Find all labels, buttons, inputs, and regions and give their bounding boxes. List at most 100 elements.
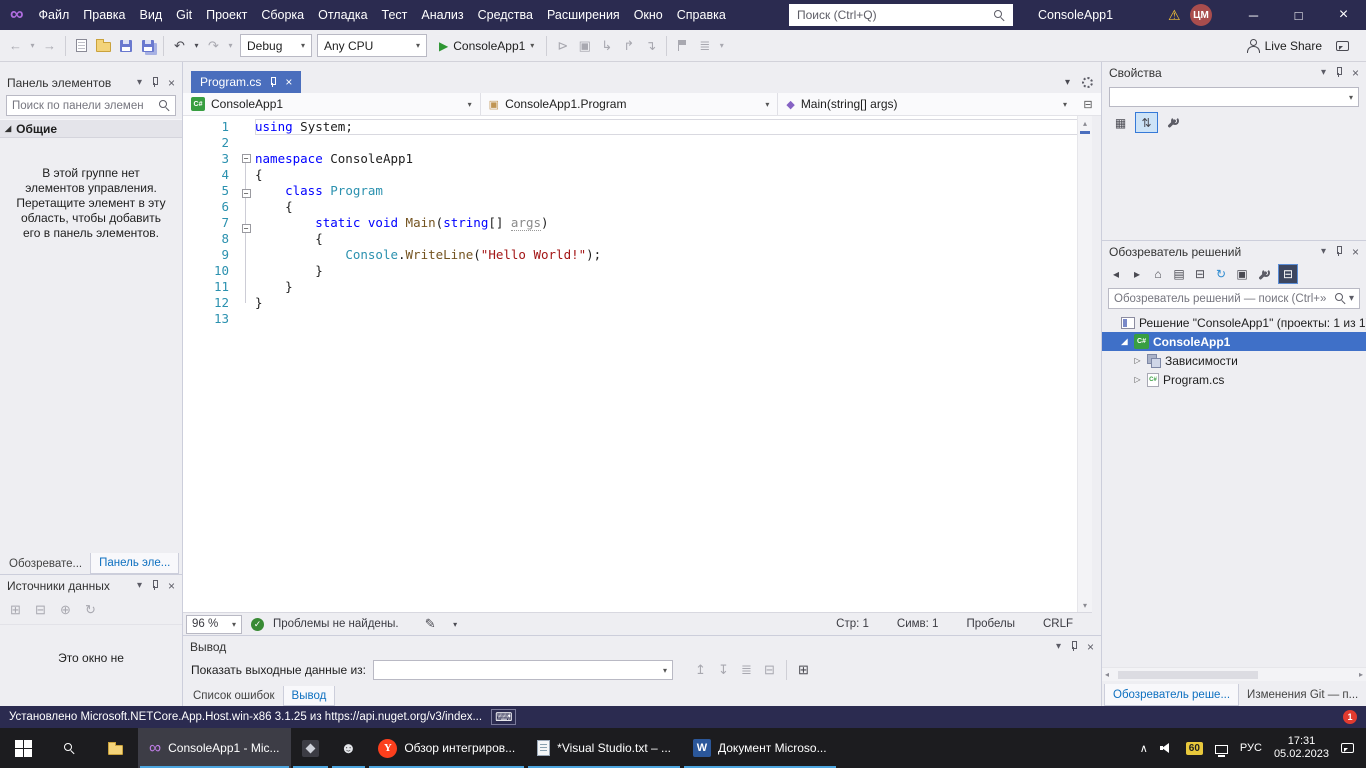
menu-item[interactable]: Вид — [133, 0, 170, 30]
close-icon[interactable]: × — [1087, 640, 1094, 654]
code-line[interactable]: { — [255, 231, 1092, 247]
code-line[interactable]: Console.WriteLine("Hello World!"); — [255, 247, 1092, 263]
collapse-all-icon[interactable]: ⊟ — [1190, 264, 1210, 284]
menu-item[interactable]: Анализ — [414, 0, 470, 30]
navigate-forward-icon[interactable]: → — [39, 34, 60, 58]
taskbar-app-visual-studio[interactable]: ∞ConsoleApp1 - Mic... — [138, 728, 291, 768]
document-tab-program-cs[interactable]: Program.cs × — [191, 71, 301, 93]
save-all-icon[interactable] — [137, 34, 158, 58]
step-into-icon[interactable]: ↳ — [596, 34, 617, 58]
scroll-left-icon[interactable]: ◂ — [1105, 670, 1109, 679]
eol-status[interactable]: CRLF — [1043, 618, 1073, 630]
language-indicator[interactable]: РУС — [1240, 742, 1262, 754]
code-line[interactable]: } — [255, 279, 1092, 295]
tree-expander-icon[interactable]: ▷ — [1132, 356, 1143, 365]
close-icon[interactable]: × — [168, 76, 175, 90]
clear-output-icon[interactable]: ⊟ — [759, 658, 780, 682]
navigate-back-icon[interactable]: ← — [5, 34, 26, 58]
menu-item[interactable]: Отладка — [311, 0, 374, 30]
warning-icon[interactable]: ⚠ — [1168, 0, 1181, 30]
tree-item[interactable]: Решение "ConsoleApp1" (проекты: 1 из 1) — [1102, 313, 1366, 332]
menu-item[interactable]: Окно — [627, 0, 670, 30]
tab-solution-explorer[interactable]: Обозреватель реше... — [1104, 684, 1239, 706]
show-all-files-icon[interactable]: ▣ — [1232, 264, 1252, 284]
user-avatar[interactable]: ЦМ — [1190, 4, 1212, 26]
close-icon[interactable]: × — [168, 579, 175, 593]
network-icon[interactable] — [1215, 745, 1228, 754]
code-line[interactable]: class Program — [255, 183, 1092, 199]
show-hidden-icons[interactable]: ∧ — [1140, 742, 1148, 755]
toolbox-search-input[interactable]: Поиск по панели элемен — [6, 95, 176, 116]
action-center-icon[interactable] — [1341, 743, 1354, 753]
taskbar-app-notepad[interactable]: *Visual Studio.txt – ... — [526, 728, 682, 768]
code-line[interactable]: } — [255, 295, 1092, 311]
code-line[interactable]: { — [255, 199, 1092, 215]
home-icon[interactable]: ⌂ — [1148, 264, 1168, 284]
live-share-label[interactable]: Live Share — [1265, 39, 1322, 53]
breakpoints-icon[interactable]: ▣ — [574, 34, 595, 58]
keyboard-icon[interactable]: ⌨ — [491, 709, 516, 725]
file-explorer-button[interactable] — [92, 728, 138, 768]
add-data-source-icon[interactable]: ⊞ — [5, 598, 26, 622]
menu-item[interactable]: Средства — [471, 0, 540, 30]
taskbar-app-game-1[interactable] — [291, 728, 330, 768]
window-menu-icon[interactable]: ▾ — [137, 580, 142, 591]
save-icon[interactable] — [115, 34, 136, 58]
menu-item[interactable]: Файл — [32, 0, 77, 30]
refresh-icon[interactable]: ↻ — [1211, 264, 1231, 284]
fold-toggle-icon[interactable]: − — [237, 224, 255, 240]
taskbar-app-game-2[interactable]: ☻ — [330, 728, 368, 768]
scroll-down-icon[interactable]: ▾ — [1083, 598, 1087, 612]
battery-indicator[interactable]: 60 — [1186, 742, 1203, 755]
property-pages-icon[interactable] — [1161, 112, 1184, 133]
configuration-dropdown[interactable]: Debug ▾ — [240, 34, 312, 57]
taskbar-app-word[interactable]: WДокумент Microso... — [682, 728, 838, 768]
close-icon[interactable]: × — [1352, 66, 1359, 80]
code-line[interactable]: static void Main(string[] args) — [255, 215, 1092, 231]
close-icon[interactable]: × — [1352, 245, 1359, 259]
toolbox-section-header[interactable]: ◢ Общие — [0, 119, 182, 138]
document-list-icon[interactable]: ▾ — [1065, 77, 1070, 88]
window-menu-icon[interactable]: ▾ — [137, 77, 142, 88]
tree-item[interactable]: ▷C#Program.cs — [1102, 370, 1366, 389]
step-over-icon[interactable]: ↱ — [618, 34, 639, 58]
taskbar-clock[interactable]: 17:31 05.02.2023 — [1274, 735, 1329, 761]
maximize-button[interactable]: □ — [1276, 0, 1321, 30]
output-source-dropdown[interactable]: ▾ — [373, 660, 673, 680]
menu-item[interactable]: Проект — [199, 0, 254, 30]
solution-search-input[interactable]: Обозреватель решений — поиск (Ctrl+» ▾ — [1108, 288, 1360, 309]
close-icon[interactable]: × — [285, 75, 292, 89]
close-button[interactable]: × — [1321, 0, 1366, 30]
menu-item[interactable]: Справка — [670, 0, 733, 30]
notification-badge[interactable]: 1 — [1343, 710, 1357, 724]
taskbar-search-button[interactable] — [46, 728, 92, 768]
pin-icon[interactable] — [150, 580, 160, 591]
pin-icon[interactable] — [1334, 67, 1344, 78]
undo-icon[interactable]: ↶ — [169, 34, 190, 58]
menu-item[interactable]: Сборка — [254, 0, 311, 30]
menu-item[interactable]: Расширения — [540, 0, 627, 30]
fold-toggle-icon[interactable]: − — [237, 154, 255, 170]
alphabetical-icon[interactable]: ⇅ — [1135, 112, 1158, 133]
step-out-icon[interactable]: ↴ — [640, 34, 661, 58]
taskbar-app-yandex-browser[interactable]: YОбзор интегриров... — [367, 728, 526, 768]
collapse-icon[interactable]: − — [242, 224, 251, 233]
new-file-icon[interactable] — [71, 34, 92, 58]
spaces-status[interactable]: Пробелы — [966, 618, 1015, 630]
zoom-dropdown[interactable]: 96 % ▾ — [186, 615, 242, 634]
properties-object-dropdown[interactable]: ▾ — [1109, 87, 1359, 107]
window-menu-icon[interactable]: ▾ — [1321, 246, 1326, 257]
gear-icon[interactable] — [1082, 77, 1093, 88]
tab-toolbox[interactable]: Панель эле... — [90, 553, 179, 574]
fold-toggle-icon[interactable]: − — [237, 189, 255, 205]
pin-icon[interactable] — [1334, 246, 1344, 257]
scrollbar-thumb[interactable] — [1118, 671, 1258, 679]
window-menu-icon[interactable]: ▾ — [1321, 67, 1326, 78]
forward-icon[interactable]: ▸ — [1127, 264, 1147, 284]
minimize-button[interactable]: ─ — [1231, 0, 1276, 30]
configure-data-source-icon[interactable]: ⊕ — [55, 598, 76, 622]
open-file-icon[interactable] — [93, 34, 114, 58]
feedback-icon[interactable] — [1336, 41, 1349, 51]
code-line[interactable] — [255, 311, 1092, 327]
tree-item[interactable]: ◢C#ConsoleApp1 — [1102, 332, 1366, 351]
